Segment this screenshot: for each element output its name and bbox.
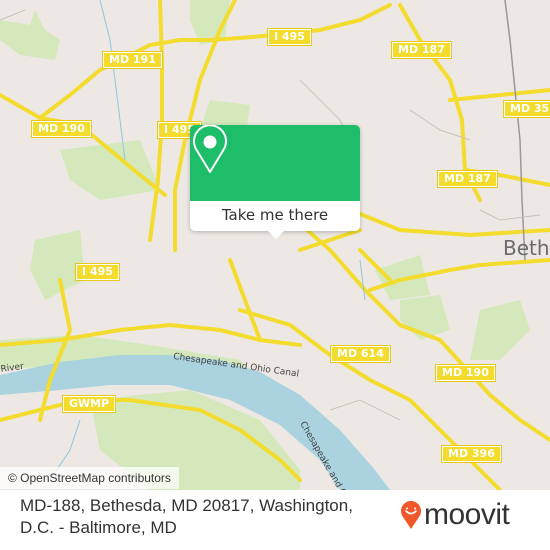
moovit-pin-icon <box>401 501 421 529</box>
road-shield-i495: I 495 <box>267 28 312 46</box>
road-shield-md187: MD 187 <box>391 41 452 59</box>
road-shield-md191: MD 191 <box>102 51 163 69</box>
moovit-wordmark: moovit <box>424 498 510 531</box>
road-shield-md190: MD 190 <box>31 120 92 138</box>
road-shield-md614: MD 614 <box>330 345 391 363</box>
map-attribution[interactable]: © OpenStreetMap contributors <box>0 467 179 489</box>
road-shield-md190: MD 190 <box>435 364 496 382</box>
moovit-logo[interactable]: moovit <box>400 498 510 531</box>
location-popup[interactable]: Take me there <box>190 125 360 239</box>
take-me-there-button[interactable]: Take me there <box>190 201 360 231</box>
road-shield-md355: MD 355 <box>503 100 550 118</box>
railway <box>504 0 526 261</box>
footer: MD-188, Bethesda, MD 20817, Washington, … <box>0 490 550 550</box>
map-canvas[interactable]: I 495 MD 187 MD 191 MD 355 MD 190 I 495 … <box>0 0 550 490</box>
popup-pointer <box>268 231 284 239</box>
address-text: MD-188, Bethesda, MD 20817, Washington, … <box>20 496 353 537</box>
popup-header[interactable] <box>190 125 360 201</box>
road-shield-md396: MD 396 <box>441 445 502 463</box>
road-shield-i495: I 495 <box>75 263 120 281</box>
map-base-layer <box>0 0 550 490</box>
road-shield-md187: MD 187 <box>437 170 498 188</box>
road-shield-gwmp: GWMP <box>61 395 117 413</box>
map-pin-icon <box>193 125 227 173</box>
place-label-bethesda: Bethesda <box>503 236 550 260</box>
